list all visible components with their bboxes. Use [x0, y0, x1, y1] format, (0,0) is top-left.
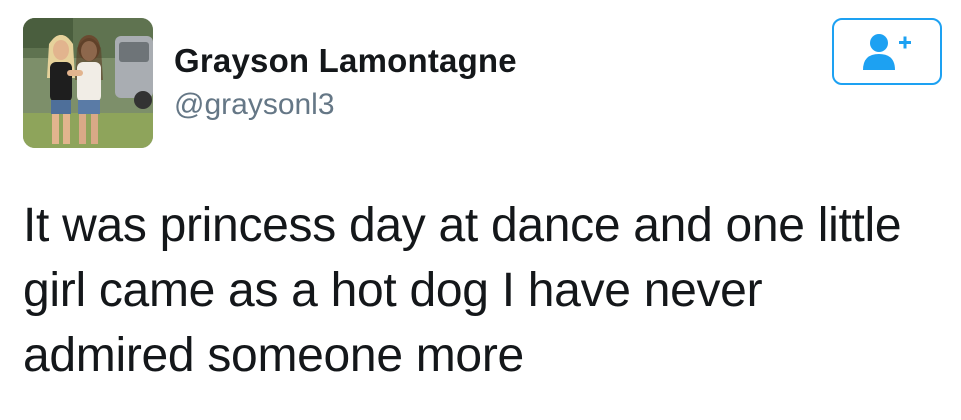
tweet-text-line: admired someone more [23, 329, 524, 382]
avatar-photo [23, 18, 153, 148]
user-handle[interactable]: @graysonl3 [174, 88, 335, 122]
display-name[interactable]: Grayson Lamontagne [174, 42, 517, 80]
tweet-text-line: girl came as a hot dog I have never [23, 264, 763, 317]
tweet-text: It was princess day at dance and one lit… [23, 193, 943, 388]
tweet-text-line: It was princess day at dance and one lit… [23, 199, 902, 252]
tweet-card: Grayson Lamontagne @graysonl3 It was pri… [0, 0, 961, 420]
add-user-icon [863, 33, 911, 70]
follow-button[interactable] [832, 18, 942, 85]
avatar[interactable] [23, 18, 153, 148]
